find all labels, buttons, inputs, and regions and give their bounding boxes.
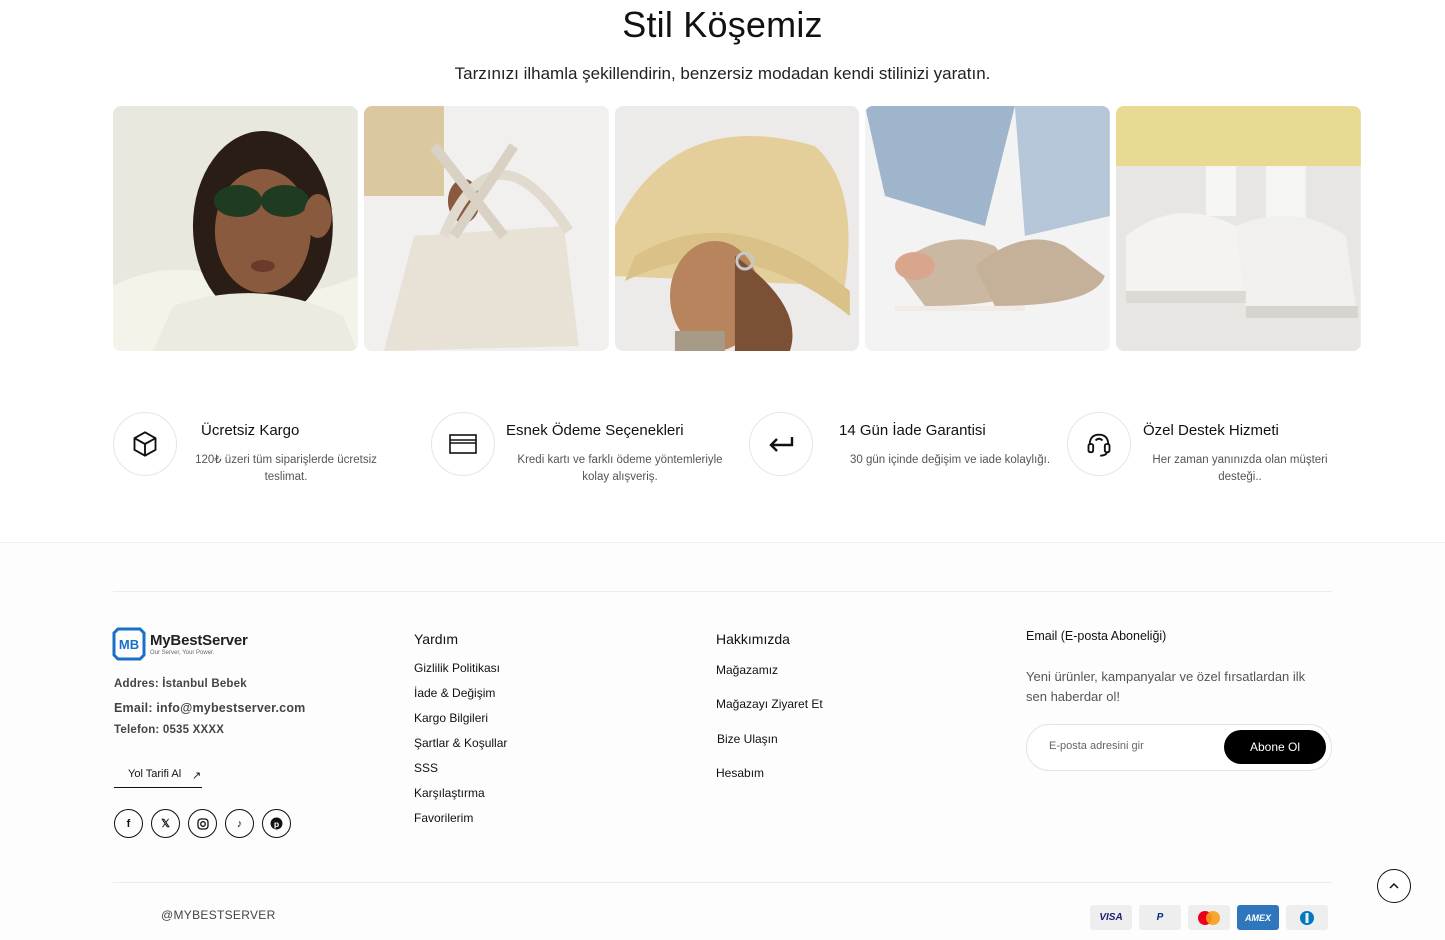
feature-title: Özel Destek Hizmeti — [1143, 422, 1279, 439]
newsletter-form: E-posta adresini gir Abone Ol — [1026, 724, 1332, 771]
feature-support: Özel Destek Hizmeti Her zaman yanınızda … — [1067, 410, 1367, 500]
address-text: Addres: İstanbul Bebek — [114, 678, 247, 690]
subscribe-button[interactable]: Abone Ol — [1224, 730, 1326, 764]
directions-label: Yol Tarifi Al — [128, 768, 182, 780]
phone-text[interactable]: Telefon: 0535 XXXX — [114, 724, 224, 736]
footer-link-returns[interactable]: İade & Değişim — [414, 686, 495, 700]
footer-link-our-store[interactable]: Mağazamız — [716, 663, 778, 677]
feature-desc: 120₺ üzeri tüm siparişlerde ücretsiz tes… — [195, 454, 377, 483]
social-links: f 𝕏 ♪ p — [114, 809, 291, 838]
shoes-photo[interactable] — [865, 106, 1111, 351]
style-gallery — [113, 106, 1361, 351]
paypal-icon: P — [1139, 905, 1181, 930]
return-arrow-icon — [749, 412, 813, 476]
feature-returns: 14 Gün İade Garantisi 30 gün içinde deği… — [749, 410, 1050, 500]
logo-mark-icon: MB — [112, 627, 146, 661]
payment-methods: VISA P AMEX — [1090, 905, 1328, 930]
brand-tagline: Our Server, Your Power. — [150, 650, 215, 656]
features-row: Ücretsiz Kargo 120₺ üzeri tüm siparişler… — [113, 410, 1345, 500]
feature-title: 14 Gün İade Garantisi — [839, 422, 986, 439]
headset-icon — [1067, 412, 1131, 476]
instagram-icon[interactable] — [188, 809, 217, 838]
about-heading: Hakkımızda — [716, 631, 790, 647]
footer: MB MyBestServer Our Server, Your Power. … — [0, 542, 1445, 940]
sunglasses-photo[interactable] — [113, 106, 358, 351]
facebook-icon[interactable]: f — [114, 809, 143, 838]
svg-text:p: p — [274, 819, 279, 829]
feature-desc: Kredi kartı ve farklı ödeme yöntemleriyl… — [517, 454, 723, 483]
footer-divider-bottom — [113, 882, 1332, 883]
tiktok-icon[interactable]: ♪ — [225, 809, 254, 838]
diners-icon — [1286, 905, 1328, 930]
footer-link-privacy[interactable]: Gizlilik Politikası — [414, 661, 500, 675]
mastercard-icon — [1188, 905, 1230, 930]
section-subtitle: Tarzınızı ilhamla şekillendirin, benzers… — [454, 64, 991, 83]
directions-link[interactable]: Yol Tarifi Al ↗ — [114, 765, 202, 788]
footer-link-terms[interactable]: Şartlar & Koşullar — [414, 736, 507, 750]
newsletter-heading: Email (E-posta Aboneliği) — [1026, 629, 1167, 643]
footer-divider-top — [113, 591, 1332, 592]
chevron-up-icon — [1389, 882, 1399, 889]
amex-icon: AMEX — [1237, 905, 1279, 930]
hat-photo[interactable] — [614, 106, 860, 351]
feature-free-shipping: Ücretsiz Kargo 120₺ üzeri tüm siparişler… — [113, 410, 413, 500]
email-input[interactable]: E-posta adresini gir — [1049, 740, 1144, 752]
scroll-to-top-button[interactable] — [1377, 869, 1411, 903]
x-icon[interactable]: 𝕏 — [151, 809, 180, 838]
card-icon — [431, 412, 495, 476]
footer-link-visit-store[interactable]: Mağazayı Ziyaret Et — [716, 697, 823, 711]
footer-link-faq[interactable]: SSS — [414, 761, 438, 775]
section-title: Stil Köşemiz — [622, 4, 823, 45]
newsletter-desc: Yeni ürünler, kampanyalar ve özel fırsat… — [1026, 669, 1306, 704]
footer-link-shipping[interactable]: Kargo Bilgileri — [414, 711, 488, 725]
svg-text:MB: MB — [119, 637, 139, 652]
feature-title: Esnek Ödeme Seçenekleri — [506, 422, 684, 439]
feature-title: Ücretsiz Kargo — [201, 422, 300, 439]
sneakers-photo[interactable] — [1116, 106, 1361, 351]
box-icon — [113, 412, 177, 476]
feature-desc: 30 gün içinde değişim ve iade kolaylığı. — [849, 454, 1051, 466]
footer-link-account[interactable]: Hesabım — [716, 766, 764, 780]
footer-link-contact[interactable]: Bize Ulaşın — [717, 732, 778, 746]
brand-name: MyBestServer — [150, 632, 248, 649]
arrow-up-right-icon: ↗ — [192, 770, 202, 782]
footer-link-favorites[interactable]: Favorilerim — [414, 811, 473, 825]
visa-icon: VISA — [1090, 905, 1132, 930]
footer-link-compare[interactable]: Karşılaştırma — [414, 786, 485, 800]
bag-photo[interactable] — [363, 106, 609, 351]
help-heading: Yardım — [414, 631, 459, 647]
brand-logo[interactable]: MB MyBestServer Our Server, Your Power. — [112, 627, 248, 661]
copyright-text: @MYBESTSERVER — [161, 908, 276, 922]
pinterest-icon[interactable]: p — [262, 809, 291, 838]
feature-payment: Esnek Ödeme Seçenekleri Kredi kartı ve f… — [431, 410, 731, 500]
email-text[interactable]: Email: info@mybestserver.com — [114, 701, 305, 715]
feature-desc: Her zaman yanınızda olan müşteri desteği… — [1152, 454, 1328, 483]
